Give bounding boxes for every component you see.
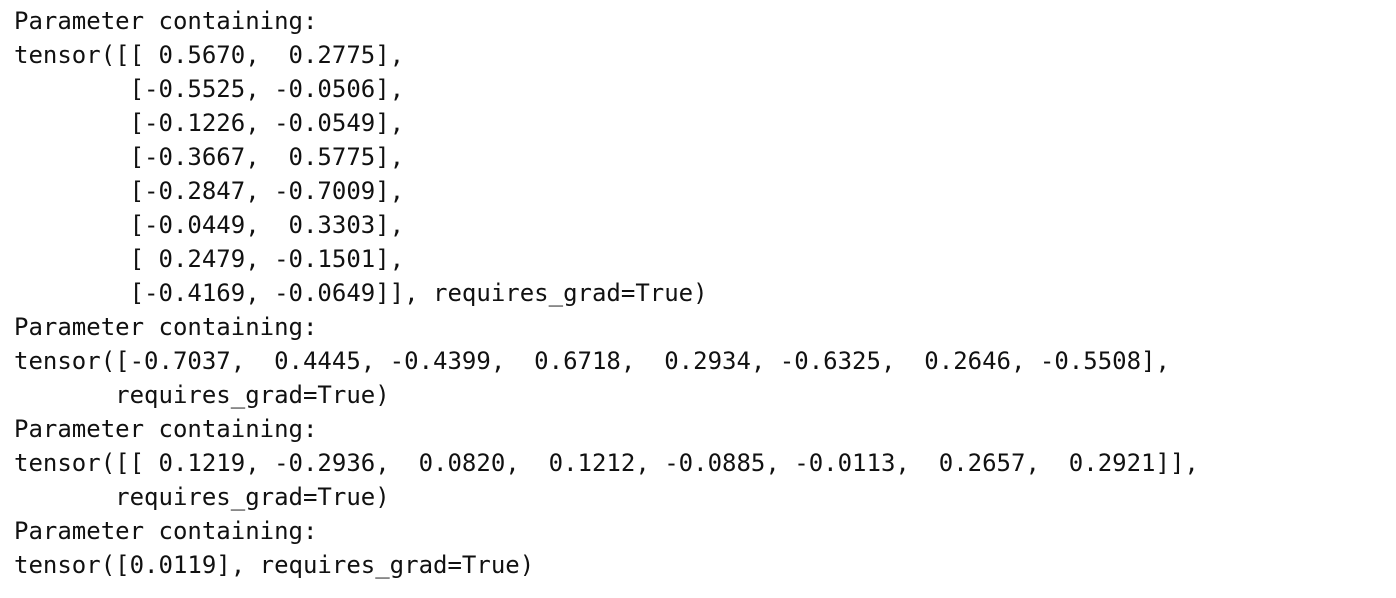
output-line: tensor([[ 0.1219, -0.2936, 0.0820, 0.121…	[14, 449, 1199, 477]
output-line: requires_grad=True)	[14, 381, 390, 409]
output-line: tensor([-0.7037, 0.4445, -0.4399, 0.6718…	[14, 347, 1170, 375]
output-line: [-0.5525, -0.0506],	[14, 75, 405, 103]
output-line: Parameter containing:	[14, 517, 318, 545]
output-line: [-0.2847, -0.7009],	[14, 177, 405, 205]
output-line: tensor([0.0119], requires_grad=True)	[14, 551, 535, 579]
output-line: [ 0.2479, -0.1501],	[14, 245, 405, 273]
output-line: Parameter containing:	[14, 415, 318, 443]
output-line: [-0.3667, 0.5775],	[14, 143, 405, 171]
output-line: Parameter containing:	[14, 7, 318, 35]
output-line: [-0.0449, 0.3303],	[14, 211, 405, 239]
output-line: requires_grad=True)	[14, 483, 390, 511]
output-line: [-0.4169, -0.0649]], requires_grad=True)	[14, 279, 708, 307]
output-line: tensor([[ 0.5670, 0.2775],	[14, 41, 405, 69]
console-output: Parameter containing: tensor([[ 0.5670, …	[0, 0, 1396, 598]
output-line: Parameter containing:	[14, 313, 318, 341]
output-line: [-0.1226, -0.0549],	[14, 109, 405, 137]
